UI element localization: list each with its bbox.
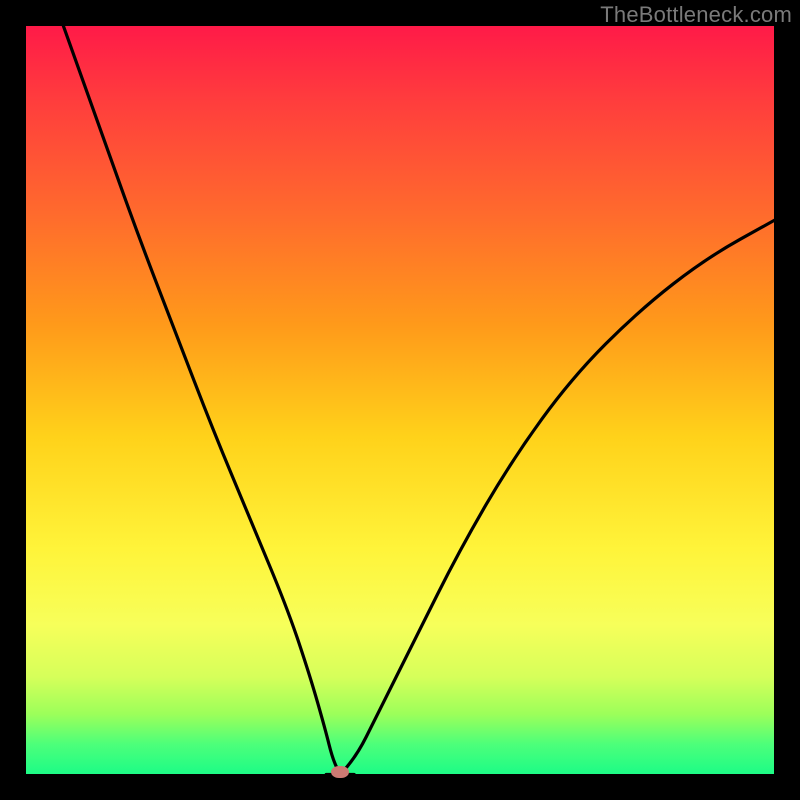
optimum-marker	[331, 766, 349, 778]
chart-frame: TheBottleneck.com	[0, 0, 800, 800]
bottleneck-curve	[26, 26, 774, 774]
watermark-text: TheBottleneck.com	[600, 2, 792, 28]
chart-plot-area	[26, 26, 774, 774]
